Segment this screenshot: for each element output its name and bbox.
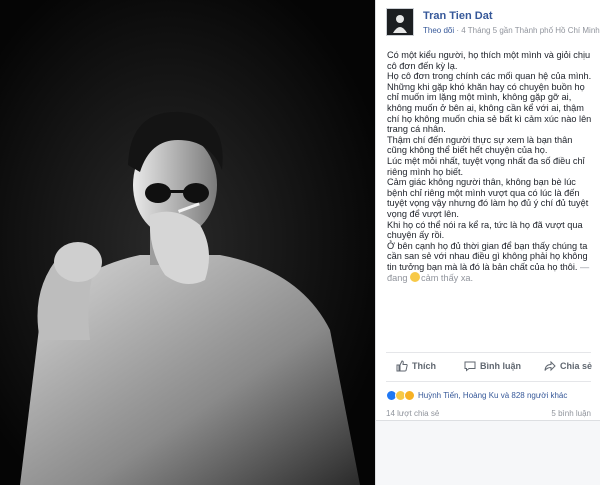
post-paragraph: Có một kiểu người, họ thích một mình và … <box>387 50 591 71</box>
post-panel: Tran Tien Dat Theo dõi · 4 Tháng 5 gần T… <box>375 0 600 485</box>
post-meta: Theo dõi · 4 Tháng 5 gần Thành phố Hồ Ch… <box>423 26 600 35</box>
share-count[interactable]: 14 lượt chia sẻ <box>386 409 439 418</box>
post-paragraph: Lúc mệt mỏi nhất, tuyệt vọng nhất đa số … <box>387 155 585 177</box>
post-text: Có một kiểu người, họ thích một mình và … <box>387 50 592 284</box>
divider <box>386 352 591 353</box>
comment-area <box>376 420 600 485</box>
post-header: Tran Tien Dat Theo dõi · 4 Tháng 5 gần T… <box>386 8 600 42</box>
comment-label: Bình luận <box>480 361 521 371</box>
comment-count[interactable]: 5 bình luận <box>551 409 591 418</box>
post-meta-text: · 4 Tháng 5 gần Thành phố Hồ Chí Minh · <box>454 26 600 35</box>
comment-button[interactable]: Bình luận <box>464 355 521 377</box>
reactions-summary[interactable]: Huỳnh Tiến, Hoàng Ku và 828 người khác <box>386 388 591 402</box>
sad-reaction-icon <box>404 389 415 401</box>
share-label: Chia sẻ <box>560 361 593 371</box>
share-icon <box>544 360 556 372</box>
post-paragraph: Những khi gặp khó khăn hay có chuyện buồ… <box>387 81 592 135</box>
like-label: Thích <box>412 361 436 371</box>
thumbs-up-icon <box>396 360 408 372</box>
sad-emoji-icon <box>410 272 420 283</box>
post-paragraph-text: Ở bên cạnh họ đủ thời gian để bạn thấy c… <box>387 240 588 272</box>
like-button[interactable]: Thích <box>396 355 436 377</box>
reaction-names[interactable]: Huỳnh Tiến, Hoàng Ku và 828 người khác <box>418 391 567 400</box>
feeling-value: cảm thấy xa. <box>421 273 474 284</box>
post-paragraph: Họ cô đơn trong chính các mối quan hệ củ… <box>387 71 592 82</box>
avatar[interactable] <box>386 8 414 36</box>
post-paragraph: Thậm chí đến người thực sự xem là bạn th… <box>387 134 573 156</box>
post-actions: Thích Bình luận Chia sẻ <box>386 355 592 379</box>
post-paragraph: Cảm giác không người thân, không bạn bè … <box>387 177 589 219</box>
comment-icon <box>464 361 476 372</box>
author-name[interactable]: Tran Tien Dat <box>423 10 492 22</box>
post-paragraph-last: Ở bên cạnh họ đủ thời gian để bạn thấy c… <box>387 241 592 284</box>
post-paragraph: Khi họ có thể nói ra kể ra, tức là họ đã… <box>387 219 583 241</box>
post-photo[interactable] <box>0 0 375 485</box>
divider <box>386 381 591 382</box>
follow-link[interactable]: Theo dõi <box>423 26 454 35</box>
share-button[interactable]: Chia sẻ <box>544 355 592 377</box>
